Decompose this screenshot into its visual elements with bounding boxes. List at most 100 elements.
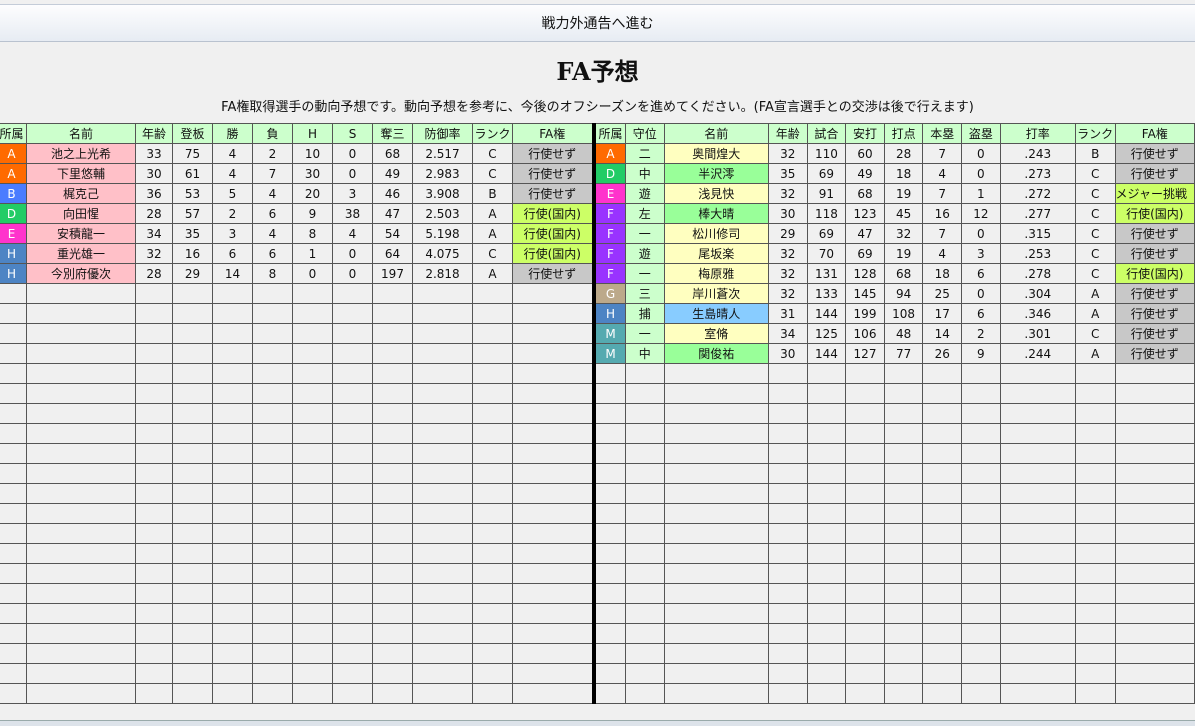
player-name-cell: 梶克己 [26, 183, 136, 204]
empty-cell [922, 643, 963, 664]
stat-cell: 30 [292, 163, 333, 184]
empty-cell [212, 543, 253, 564]
table-row[interactable]: A 二奥間煌大 32 110 60 28 7 0.243 B 行使せず [593, 143, 1195, 164]
table-row[interactable]: H 今別府優次 28 29 14 8 0 0 197 2.818 A 行使せず [0, 263, 594, 284]
position-cell: 一 [624, 323, 665, 344]
table-row[interactable]: A 池之上光希 33 75 4 2 10 0 68 2.517 C 行使せず [0, 143, 594, 164]
table-row[interactable] [0, 503, 594, 524]
empty-cell [624, 423, 665, 444]
empty-cell [332, 463, 373, 484]
table-row[interactable] [0, 543, 594, 564]
table-row[interactable] [0, 283, 594, 304]
empty-cell [252, 343, 293, 364]
empty-cell [845, 683, 885, 704]
empty-cell [961, 563, 1001, 584]
table-row[interactable] [0, 483, 594, 504]
empty-cell [806, 623, 847, 644]
empty-cell [922, 583, 963, 604]
table-row[interactable] [593, 503, 1195, 524]
empty-cell [212, 683, 253, 704]
empty-cell [512, 443, 594, 464]
table-row[interactable]: H 重光雄一 32 16 6 6 1 0 64 4.075 C 行使(国内) [0, 243, 594, 264]
player-name-cell: 重光雄一 [26, 243, 136, 264]
table-row[interactable] [0, 363, 594, 384]
table-row[interactable]: B 梶克己 36 53 5 4 20 3 46 3.908 B 行使せず [0, 183, 594, 204]
table-row[interactable] [593, 623, 1195, 644]
table-row[interactable] [593, 663, 1195, 684]
empty-cell [806, 663, 847, 684]
empty-cell [252, 543, 293, 564]
stat-cell: 5 [212, 183, 253, 204]
table-row[interactable] [0, 563, 594, 584]
table-row[interactable] [0, 663, 594, 684]
table-row[interactable] [593, 583, 1195, 604]
empty-cell [922, 663, 963, 684]
empty-cell [806, 423, 847, 444]
player-name-cell: 棒大晴 [663, 203, 769, 224]
empty-cell [624, 563, 665, 584]
table-row[interactable] [593, 483, 1195, 504]
empty-cell [663, 563, 769, 584]
table-row[interactable]: F 一梅原雅 32 131 128 68 18 6.278 C 行使(国内) [593, 263, 1195, 284]
table-row[interactable] [0, 343, 594, 364]
table-row[interactable] [0, 443, 594, 464]
table-row[interactable] [0, 683, 594, 704]
table-row[interactable] [593, 363, 1195, 384]
table-row[interactable]: A 下里悠輔 30 61 4 7 30 0 49 2.983 C 行使せず [0, 163, 594, 184]
position-cell: 中 [624, 163, 665, 184]
table-row[interactable] [593, 383, 1195, 404]
table-row[interactable]: M 中関俊祐 30 144 127 77 26 9.244 A 行使せず [593, 343, 1195, 364]
stat-cell: 2.983 [412, 163, 473, 184]
stat-cell: 69 [845, 243, 885, 264]
empty-cell [252, 663, 293, 684]
empty-cell [26, 583, 136, 604]
table-row[interactable] [0, 323, 594, 344]
table-row[interactable] [593, 443, 1195, 464]
stat-cell: 4 [212, 163, 253, 184]
table-row[interactable] [0, 303, 594, 324]
empty-cell [1074, 523, 1116, 544]
team-cell: A [593, 143, 626, 164]
stat-cell: 7 [252, 163, 293, 184]
table-row[interactable]: F 左棒大晴 30 118 123 45 16 12.277 C 行使(国内) [593, 203, 1195, 224]
table-row[interactable]: E 遊浅見快 32 91 68 19 7 1.272 C メジャー挑戦 [593, 183, 1195, 204]
table-row[interactable]: M 一室脩 34 125 106 48 14 2.301 C 行使せず [593, 323, 1195, 344]
table-row[interactable] [0, 423, 594, 444]
proceed-to-release-button[interactable]: 戦力外通告へ進む [0, 4, 1195, 42]
table-row[interactable] [593, 523, 1195, 544]
table-row[interactable] [593, 563, 1195, 584]
table-row[interactable] [0, 643, 594, 664]
table-row[interactable]: F 一松川修司 29 69 47 32 7 0.315 C 行使せず [593, 223, 1195, 244]
empty-cell [332, 303, 373, 324]
table-row[interactable]: D 向田惺 28 57 2 6 9 38 47 2.503 A 行使(国内) [0, 203, 594, 224]
empty-cell [26, 683, 136, 704]
table-row[interactable] [0, 463, 594, 484]
table-row[interactable] [0, 383, 594, 404]
stat-cell: 47 [845, 223, 885, 244]
table-row[interactable]: H 捕生島晴人 31 144 199 108 17 6.346 A 行使せず [593, 303, 1195, 324]
table-row[interactable]: F 遊尾坂楽 32 70 69 19 4 3.253 C 行使せず [593, 243, 1195, 264]
empty-cell [172, 443, 213, 464]
table-row[interactable] [0, 583, 594, 604]
table-row[interactable] [0, 523, 594, 544]
table-row[interactable] [0, 603, 594, 624]
table-row[interactable]: G 三岸川蒼次 32 133 145 94 25 0.304 A 行使せず [593, 283, 1195, 304]
table-row[interactable] [0, 623, 594, 644]
stat-cell: 123 [845, 203, 885, 224]
table-row[interactable] [0, 403, 594, 424]
empty-cell [252, 463, 293, 484]
table-row[interactable] [593, 643, 1195, 664]
table-row[interactable]: D 中半沢澪 35 69 49 18 4 0.273 C 行使せず [593, 163, 1195, 184]
empty-cell [135, 563, 173, 584]
table-row[interactable] [593, 683, 1195, 704]
team-cell: A [0, 163, 27, 184]
table-row[interactable] [593, 603, 1195, 624]
table-row[interactable] [593, 423, 1195, 444]
table-row[interactable]: E 安積龍一 34 35 3 4 8 4 54 5.198 A 行使(国内) [0, 223, 594, 244]
empty-cell [624, 603, 665, 624]
table-row[interactable] [593, 543, 1195, 564]
stat-cell: 34 [135, 223, 173, 244]
table-row[interactable] [593, 463, 1195, 484]
stat-cell: 35 [767, 163, 808, 184]
table-row[interactable] [593, 403, 1195, 424]
